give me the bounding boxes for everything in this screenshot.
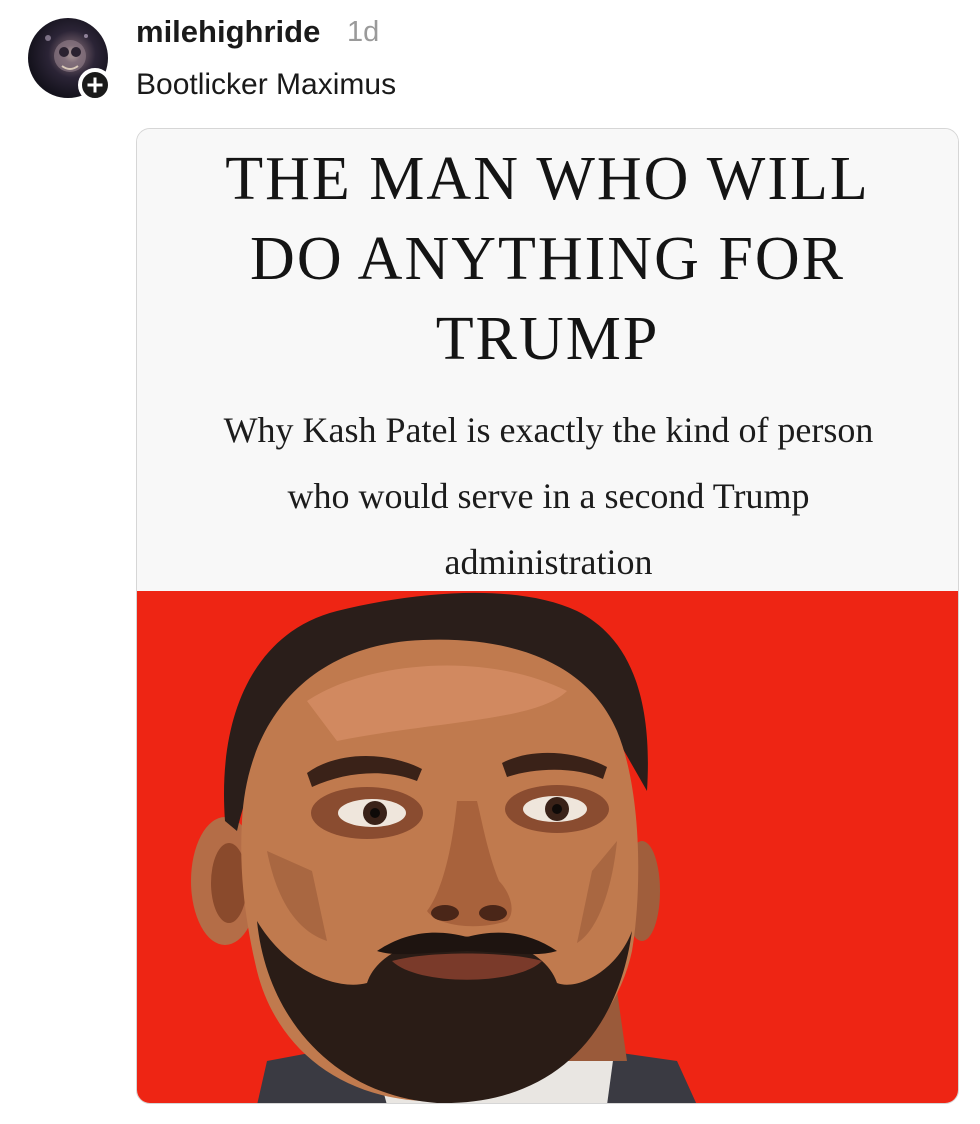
article-headline: THE MAN WHO WILL DO ANYTHING FOR TRUMP (225, 145, 870, 373)
article-header: THE MAN WHO WILL DO ANYTHING FOR TRUMP W… (137, 129, 958, 591)
portrait-illustration (137, 591, 958, 1103)
post-media[interactable]: THE MAN WHO WILL DO ANYTHING FOR TRUMP W… (136, 128, 959, 1104)
plus-icon (87, 77, 103, 93)
avatar[interactable] (28, 18, 112, 102)
article-subheadline: Why Kash Patel is exactly the kind of pe… (223, 410, 874, 582)
portrait-art (191, 592, 697, 1103)
username[interactable]: milehighride (136, 14, 320, 50)
post-text: Bootlicker Maximus (136, 68, 397, 101)
post-timestamp: 1d (347, 16, 380, 48)
follow-button[interactable] (78, 68, 112, 102)
